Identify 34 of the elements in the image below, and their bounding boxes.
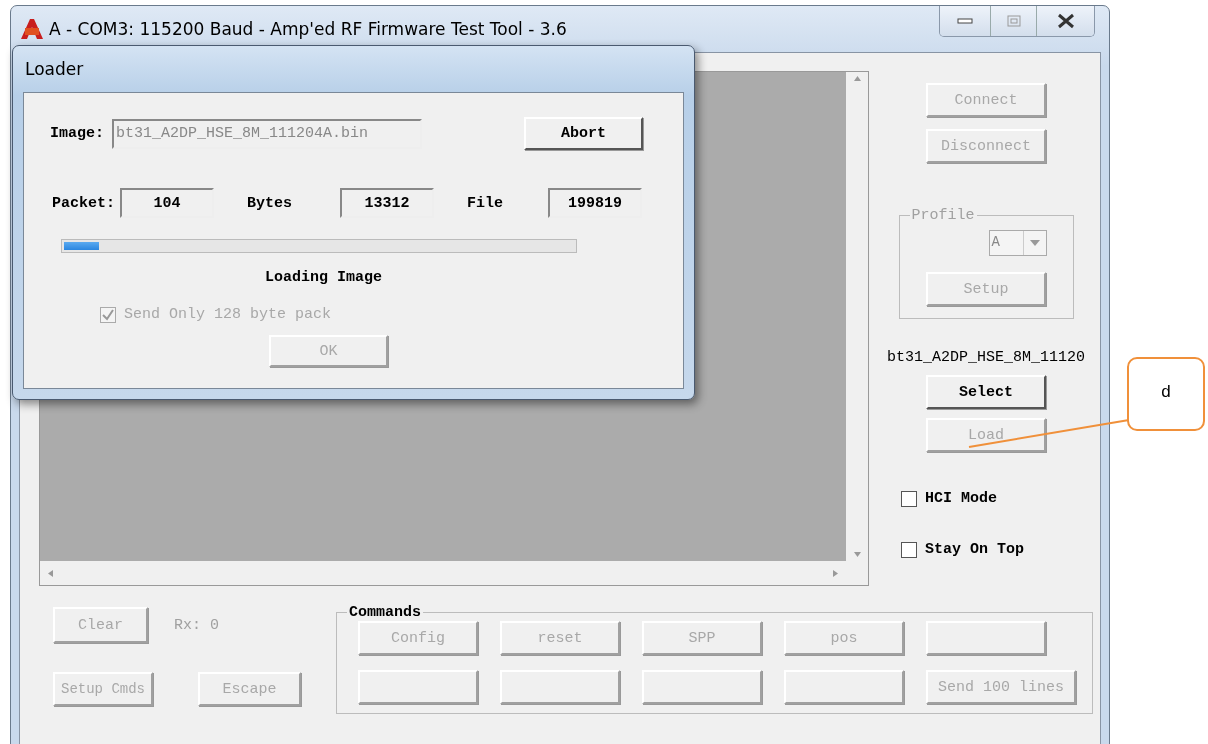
counter-field: 13312 <box>340 188 434 218</box>
counter-field: 199819 <box>548 188 642 218</box>
counter-label: Bytes <box>247 194 293 212</box>
checkbox[interactable] <box>901 541 917 558</box>
rx-count: Rx: 0 <box>174 616 219 634</box>
minimize-button[interactable] <box>940 6 990 36</box>
image-field: bt31_A2DP_HSE_8M_111204A.bin <box>112 118 422 149</box>
abort-button[interactable]: Abort <box>524 117 643 150</box>
image-label: Image: <box>50 125 105 142</box>
status-text: Loading Image <box>265 269 382 286</box>
minimize-icon <box>957 18 973 24</box>
counter-field: 104 <box>120 188 214 218</box>
callout-label: d <box>1127 357 1205 431</box>
counter-label: File <box>467 194 504 212</box>
maximize-icon <box>1005 14 1022 28</box>
checkbox-label: HCI Mode <box>925 490 997 507</box>
group-label: Profile <box>910 207 976 224</box>
checkbox[interactable] <box>901 490 917 507</box>
file-name: bt31_A2DP_HSE_8M_11120 <box>886 349 1085 366</box>
close-button[interactable] <box>1036 6 1094 36</box>
scroll-down-icon[interactable] <box>853 552 861 557</box>
counter-label: Packet: <box>52 194 116 212</box>
scroll-right-icon[interactable] <box>833 569 838 577</box>
scroll-left-icon[interactable] <box>48 569 53 577</box>
checkbox-label: Send Only 128 byte pack <box>124 306 332 323</box>
app-logo-icon <box>19 17 45 41</box>
file-button[interactable]: Select <box>926 375 1046 409</box>
checkbox-label: Stay On Top <box>925 541 1025 558</box>
dropdown-arrow-icon <box>1029 240 1040 246</box>
window-title: A - COM3: 115200 Baud - Amp'ed RF Firmware Test Tool - 3.6 <box>49 19 567 39</box>
group-label: Commands <box>348 604 422 621</box>
close-icon <box>1055 13 1076 29</box>
scroll-up-icon[interactable] <box>853 76 861 81</box>
dialog-title: Loader <box>25 59 84 79</box>
